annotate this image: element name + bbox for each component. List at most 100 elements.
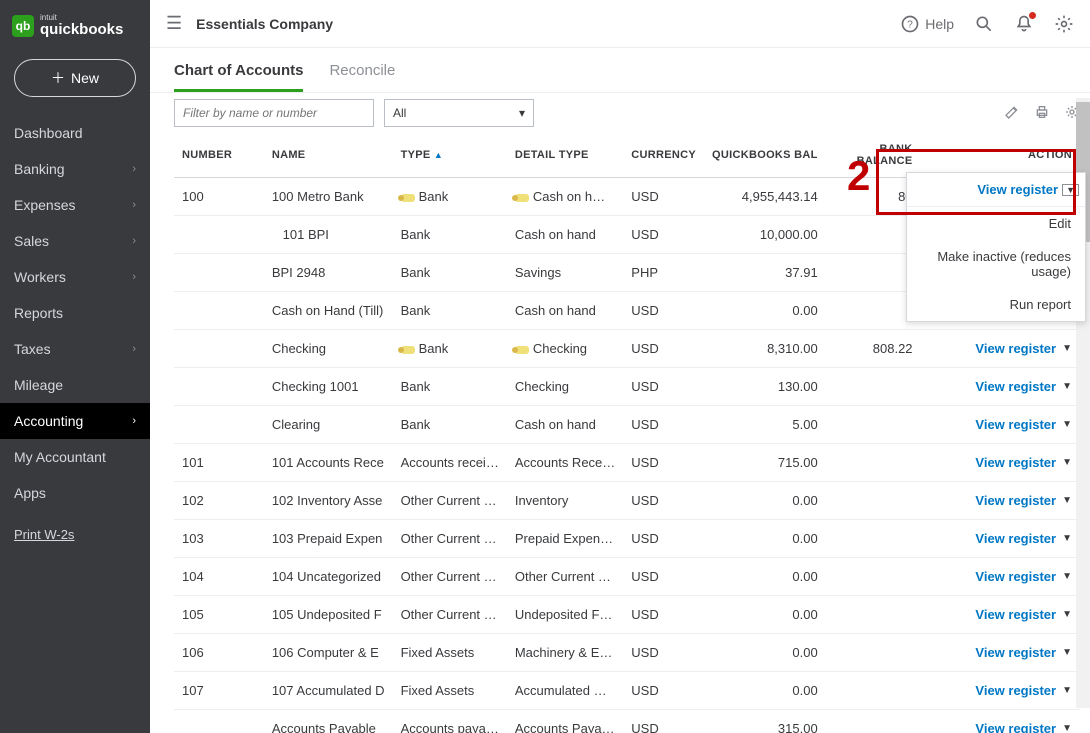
cell-bank-balance: [826, 444, 921, 482]
tab-reconcile[interactable]: Reconcile: [329, 62, 395, 92]
cell-currency: USD: [623, 558, 704, 596]
chevron-right-icon: ›: [132, 343, 136, 355]
settings-button[interactable]: [1054, 14, 1074, 34]
view-register-button[interactable]: View register ▼: [975, 607, 1072, 622]
bank-icon: [515, 346, 529, 354]
cell-detail: Checking: [507, 368, 623, 406]
cell-name: Checking: [264, 330, 393, 368]
cell-action: View register ▼: [921, 368, 1080, 406]
col-number[interactable]: NUMBER: [174, 133, 264, 178]
cell-number: [174, 292, 264, 330]
cell-type: Fixed Assets: [393, 672, 507, 710]
sidebar-item-my-accountant[interactable]: My Accountant: [0, 439, 150, 475]
cell-name: 104 Uncategorized: [264, 558, 393, 596]
col-bank-balance[interactable]: BANK BALANCE: [826, 133, 921, 178]
cell-qb-balance: 0.00: [704, 634, 826, 672]
table-row: 106106 Computer & EFixed AssetsMachinery…: [174, 634, 1080, 672]
cell-number: 107: [174, 672, 264, 710]
sidebar-item-label: Dashboard: [14, 125, 83, 141]
menu-make-inactive[interactable]: Make inactive (reduces usage): [907, 240, 1085, 288]
chevron-right-icon: ›: [132, 271, 136, 283]
new-button[interactable]: ＋ New: [14, 59, 136, 97]
view-register-button[interactable]: View register ▼: [975, 455, 1072, 470]
cell-action: View register ▼: [921, 330, 1080, 368]
sidebar-item-taxes[interactable]: Taxes›: [0, 331, 150, 367]
tab-chart-of-accounts[interactable]: Chart of Accounts: [174, 62, 303, 92]
cell-type: Bank: [393, 178, 507, 216]
view-register-button[interactable]: View register ▼: [975, 493, 1072, 508]
cell-action: View register ▼: [921, 634, 1080, 672]
company-name: Essentials Company: [196, 16, 333, 32]
col-action[interactable]: ACTION: [921, 133, 1080, 178]
search-icon: [974, 14, 994, 34]
chevron-right-icon: ›: [132, 235, 136, 247]
cell-action: View register ▼: [921, 710, 1080, 733]
sidebar-item-expenses[interactable]: Expenses›: [0, 187, 150, 223]
sidebar-item-label: Sales: [14, 233, 49, 249]
cell-bank-balance: [826, 482, 921, 520]
sidebar-item-reports[interactable]: Reports: [0, 295, 150, 331]
view-register-button[interactable]: View register ▼: [975, 683, 1072, 698]
sidebar-item-sales[interactable]: Sales ›: [0, 223, 150, 259]
cell-currency: USD: [623, 482, 704, 520]
col-name[interactable]: NAME: [264, 133, 393, 178]
cell-qb-balance: 0.00: [704, 292, 826, 330]
filter-select[interactable]: All ▾: [384, 99, 534, 127]
cell-detail: Other Current …: [507, 558, 623, 596]
sidebar-item-apps[interactable]: Apps: [0, 475, 150, 511]
view-register-button[interactable]: View register ▼: [975, 341, 1072, 356]
cell-type: Accounts recei…: [393, 444, 507, 482]
search-button[interactable]: [974, 14, 994, 34]
action-caret-icon[interactable]: ▼: [1062, 184, 1079, 196]
cell-qb-balance: 715.00: [704, 444, 826, 482]
logo-main: quickbooks: [40, 21, 123, 38]
cell-currency: USD: [623, 634, 704, 672]
chevron-down-icon: ▼: [1062, 495, 1072, 506]
cell-name: 101 Accounts Rece: [264, 444, 393, 482]
cell-detail: Cash on h…: [507, 178, 623, 216]
view-register-button[interactable]: View register ▼: [975, 645, 1072, 660]
sidebar-item-banking[interactable]: Banking›: [0, 151, 150, 187]
chevron-down-icon: ▼: [1062, 533, 1072, 544]
print-icon[interactable]: [1034, 104, 1050, 123]
sidebar-item-label: Accounting: [14, 413, 83, 429]
menu-edit[interactable]: Edit: [907, 207, 1085, 240]
notifications-button[interactable]: [1014, 14, 1034, 34]
print-w2s-link[interactable]: Print W-2s: [14, 527, 74, 542]
view-register-button[interactable]: View register ▼: [975, 379, 1072, 394]
view-register-button[interactable]: View register ▼: [975, 531, 1072, 546]
view-register-button[interactable]: View register ▼: [975, 721, 1072, 733]
filter-input[interactable]: [174, 99, 374, 127]
cell-action: View register ▼: [921, 596, 1080, 634]
sidebar-item-label: Mileage: [14, 377, 63, 393]
col-qb-balance[interactable]: QUICKBOOKS BAL: [704, 133, 826, 178]
cell-bank-balance: 808.22: [826, 330, 921, 368]
chevron-down-icon: ▾: [519, 106, 525, 120]
view-register-button[interactable]: View register ▼: [975, 417, 1072, 432]
cell-type: Bank: [393, 368, 507, 406]
sidebar-item-label: Workers: [14, 269, 66, 285]
cell-number: [174, 368, 264, 406]
sidebar-item-accounting[interactable]: Accounting›: [0, 403, 150, 439]
view-register-button[interactable]: View register ▼: [975, 569, 1072, 584]
view-register-button[interactable]: View register: [977, 182, 1058, 197]
sidebar-item-workers[interactable]: Workers ›: [0, 259, 150, 295]
sidebar-item-dashboard[interactable]: Dashboard: [0, 115, 150, 151]
cell-action: View register ▼: [921, 444, 1080, 482]
col-currency[interactable]: CURRENCY: [623, 133, 704, 178]
hamburger-icon[interactable]: ☰: [166, 13, 182, 34]
cell-detail: Savings: [507, 254, 623, 292]
col-type[interactable]: TYPE ▲: [393, 133, 507, 178]
chevron-right-icon: ›: [132, 163, 136, 175]
topbar: ☰ Essentials Company ? Help: [150, 0, 1090, 48]
cell-type: Other Current …: [393, 520, 507, 558]
cell-action: View register ▼: [921, 482, 1080, 520]
cell-detail: Cash on hand: [507, 292, 623, 330]
table-row: Accounts PayableAccounts paya…Accounts P…: [174, 710, 1080, 733]
sidebar-item-mileage[interactable]: Mileage: [0, 367, 150, 403]
menu-run-report[interactable]: Run report: [907, 288, 1085, 321]
help-button[interactable]: ? Help: [900, 14, 954, 34]
edit-columns-icon[interactable]: [1004, 104, 1020, 123]
table-row: ClearingBankCash on handUSD5.00View regi…: [174, 406, 1080, 444]
col-detail[interactable]: DETAIL TYPE: [507, 133, 623, 178]
